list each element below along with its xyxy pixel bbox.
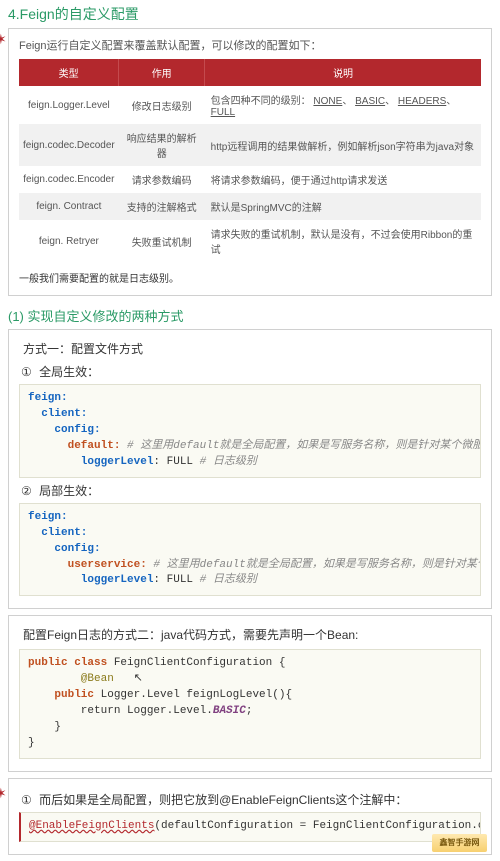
code-block-2: feign: client: config: userservice: # 这里…	[19, 503, 481, 597]
code-line: return Logger.Level.	[28, 705, 213, 717]
corner-logo: 鑫智手游网	[432, 834, 487, 852]
step3-line: ① 而后如果是全局配置，则把它放到@EnableFeignClients这个注解…	[21, 791, 481, 808]
table-row: feign.Logger.Level 修改日志级别 包含四种不同的级别： NON…	[19, 86, 481, 124]
cell-role: 请求参数编码	[119, 166, 205, 193]
cell-desc: 将请求参数编码，便于通过http请求发送	[205, 166, 481, 193]
code-line: userservice:	[28, 559, 147, 571]
step2-label: 局部生效：	[39, 484, 99, 498]
cell-type: feign. Retryer	[19, 220, 119, 262]
code-value: : FULL	[153, 574, 199, 586]
cell-type: feign.codec.Decoder	[19, 124, 119, 166]
th-role: 作用	[119, 59, 205, 86]
code-block-1: feign: client: config: default: # 这里用def…	[19, 384, 481, 478]
config-table-box: ✶ Feign运行自定义配置来覆盖默认配置，可以修改的配置如下： 类型 作用 说…	[8, 28, 492, 296]
code-comment: # 日志级别	[200, 456, 257, 468]
code-constant: BASIC	[213, 705, 246, 717]
step2-num: ②	[21, 484, 32, 498]
cell-type: feign. Contract	[19, 193, 119, 220]
code-comment: # 日志级别	[200, 574, 257, 586]
code-value: : FULL	[153, 456, 199, 468]
code-line: (defaultConfiguration = FeignClientConfi…	[154, 820, 481, 832]
th-type: 类型	[19, 59, 119, 86]
after-table-note: 一般我们需要配置的就是日志级别。	[19, 268, 481, 287]
cell-role: 修改日志级别	[119, 86, 205, 124]
cell-type: feign.Logger.Level	[19, 86, 119, 124]
step3-box: ✶ ① 而后如果是全局配置，则把它放到@EnableFeignClients这个…	[8, 778, 492, 855]
code-line: feign:	[28, 392, 68, 404]
code-line: config:	[28, 424, 101, 436]
cell-desc: 默认是SpringMVC的注解	[205, 193, 481, 220]
step2-line: ② 局部生效：	[21, 482, 481, 499]
table-row: feign.codec.Encoder 请求参数编码 将请求参数编码，便于通过h…	[19, 166, 481, 193]
level-full: FULL	[211, 107, 235, 118]
code-block-3: public class FeignClientConfiguration { …	[19, 649, 481, 759]
level-none: NONE	[313, 96, 342, 107]
cell-desc: 包含四种不同的级别： NONE、 BASIC、 HEADERS、 FULL	[205, 86, 481, 124]
cell-role: 支持的注解格式	[119, 193, 205, 220]
star-icon: ✶	[0, 31, 7, 48]
subsection-title: (1) 实现自定义修改的两种方式	[0, 302, 500, 327]
method1-box: 方式一：配置文件方式 ① 全局生效： feign: client: config…	[8, 329, 492, 609]
code-line: config:	[28, 543, 101, 555]
code-line: feign:	[28, 511, 68, 523]
level-basic: BASIC	[355, 96, 385, 107]
step1-line: ① 全局生效：	[21, 363, 481, 380]
code-comment: # 这里用default就是全局配置，如果是写服务名称，则是针对某个微服务的配置	[147, 559, 481, 571]
method2-heading: 配置Feign日志的方式二：java代码方式，需要先声明一个Bean:	[19, 624, 481, 645]
section-title-main: 4.Feign的自定义配置	[0, 0, 500, 26]
table-row: feign.codec.Decoder 响应结果的解析器 http远程调用的结果…	[19, 124, 481, 166]
code-kw: public	[54, 689, 94, 701]
th-desc: 说明	[205, 59, 481, 86]
step3-text: 而后如果是全局配置，则把它放到@EnableFeignClients这个注解中：	[39, 793, 407, 807]
code-kw: public class	[28, 657, 107, 669]
table-row: feign. Contract 支持的注解格式 默认是SpringMVC的注解	[19, 193, 481, 220]
star-icon: ✶	[0, 785, 7, 802]
code-comment: # 这里用default就是全局配置，如果是写服务名称，则是针对某个微服务的配置	[120, 440, 481, 452]
step1-num: ①	[21, 365, 32, 379]
config-table: 类型 作用 说明 feign.Logger.Level 修改日志级别 包含四种不…	[19, 59, 481, 262]
code-line: loggerLevel	[28, 456, 153, 468]
step3-num: ①	[21, 793, 32, 807]
cell-desc: http远程调用的结果做解析，例如解析json字符串为java对象	[205, 124, 481, 166]
code-annotation-red: @EnableFeignClients	[29, 820, 154, 832]
code-block-4: @EnableFeignClients(defaultConfiguration…	[19, 812, 481, 842]
cell-role: 响应结果的解析器	[119, 124, 205, 166]
table-row: feign. Retryer 失败重试机制 请求失败的重试机制，默认是没有，不过…	[19, 220, 481, 262]
code-line: ;	[246, 705, 253, 717]
method2-box: 配置Feign日志的方式二：java代码方式，需要先声明一个Bean: publ…	[8, 615, 492, 772]
desc-prefix: 包含四种不同的级别：	[211, 96, 311, 107]
code-line: }	[28, 721, 61, 733]
intro-text: Feign运行自定义配置来覆盖默认配置，可以修改的配置如下：	[19, 37, 481, 53]
code-line: default:	[28, 440, 120, 452]
step1-label: 全局生效：	[39, 365, 99, 379]
method1-heading: 方式一：配置文件方式	[19, 338, 481, 359]
code-line: client:	[28, 408, 87, 420]
cell-desc: 请求失败的重试机制，默认是没有，不过会使用Ribbon的重试	[205, 220, 481, 262]
cell-role: 失败重试机制	[119, 220, 205, 262]
code-line: loggerLevel	[28, 574, 153, 586]
level-headers: HEADERS	[398, 96, 446, 107]
code-line: client:	[28, 527, 87, 539]
code-annotation: @Bean	[54, 673, 113, 685]
cell-type: feign.codec.Encoder	[19, 166, 119, 193]
code-line: }	[28, 737, 35, 749]
